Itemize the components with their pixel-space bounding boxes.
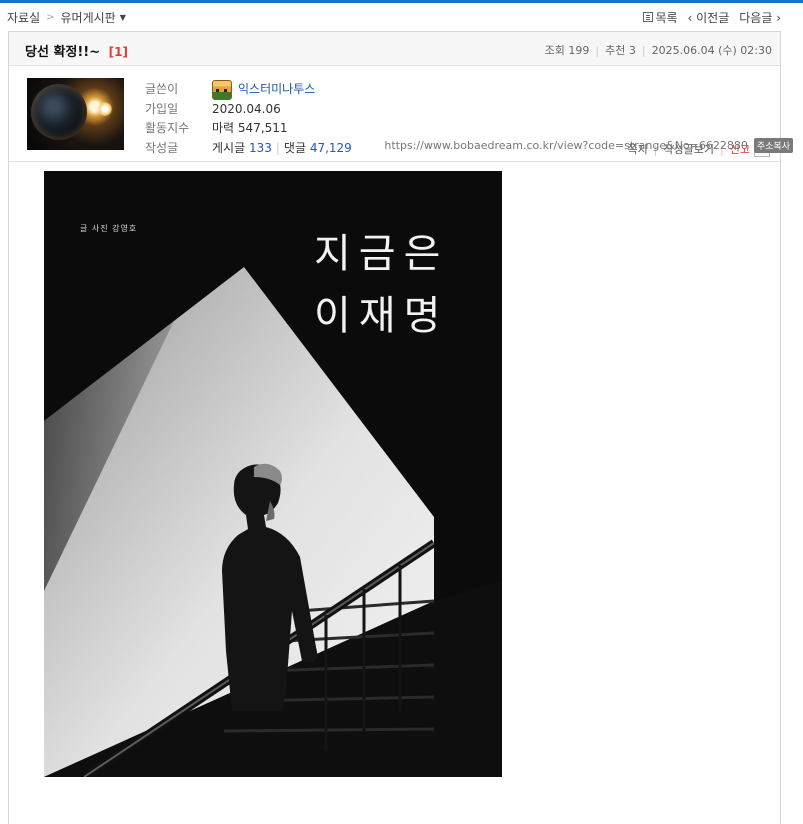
recommend-count: 3 [628,43,636,57]
post-title: 당선 확정!!~ [25,45,101,60]
top-accent-line [0,0,803,3]
posts-type: 게시글 [212,140,246,155]
author-labels: 글쓴이 가입일 활동지수 작성글 [145,80,189,158]
writer-label: 글쓴이 [145,82,179,96]
poster-title-line-1: 지금은 [314,231,449,277]
joined-value: 2020.04.06 [212,101,281,116]
list-label: 목록 [655,10,678,25]
author-nickname[interactable]: 익스터미나투스 [238,80,315,100]
poster-title-line-2: 이재명 [314,293,449,339]
comments-count[interactable]: 47,129 [310,139,352,159]
breadcrumb-board[interactable]: 유머게시판 [61,9,116,26]
next-post-button[interactable]: 다음글 › [739,9,781,26]
views-count: 199 [568,43,590,57]
post-navigation: 목록 ‹ 이전글 다음글 › [633,8,781,26]
member-level-icon [212,79,232,100]
recommend-label: 추천 [605,44,626,57]
prev-post-button[interactable]: ‹ 이전글 [688,9,730,26]
breadcrumb: 자료실 > 유머게시판 ▼ [7,8,126,26]
post-image: 글 사진 강영호 지금은 이재명 [44,171,502,777]
activity-row: 마력 547,511 [212,119,352,139]
copy-url-button[interactable]: 주소복사 [753,138,793,153]
author-values: 익스터미나투스 2020.04.06 마력 547,511 게시글 133 | … [212,79,352,159]
joined-label: 가입일 [145,101,179,116]
comment-count-badge[interactable]: [1] [109,45,128,59]
posts-count[interactable]: 133 [249,139,272,159]
list-icon [643,12,654,22]
poster-credit: 글 사진 강영호 [80,224,138,233]
activity-label: 활동지수 [145,121,190,135]
activity-type: 마력 [212,121,235,135]
meta-divider: | [641,43,646,57]
writer-row: 익스터미나투스 [212,79,352,100]
views-label: 조회 [544,44,565,57]
posts-label: 작성글 [145,140,179,155]
comments-type: 댓글 [283,140,306,155]
author-profile-photo[interactable] [27,78,124,150]
posts-row: 게시글 133 | 댓글 47,129 [212,139,352,159]
breadcrumb-root[interactable]: 자료실 [7,9,40,26]
activity-value: 547,511 [237,121,288,135]
post-title-wrap: 당선 확정!!~ [1] [25,41,128,60]
chevron-down-icon[interactable]: ▼ [120,13,126,22]
post-date: 2025.06.04 (수) 02:30 [651,44,772,57]
post-title-bar: 당선 확정!!~ [1] 조회 199 | 추천 3 | 2025.06.04 … [9,32,780,66]
post-url[interactable]: https://www.bobaedream.co.kr/view?code=s… [384,139,747,152]
breadcrumb-separator: > [46,11,55,23]
post-url-row: https://www.bobaedream.co.kr/view?code=s… [384,138,793,153]
posts-divider: | [275,140,280,155]
meta-divider: | [595,43,600,57]
list-button[interactable]: 목록 [643,9,678,26]
post-meta: 조회 199 | 추천 3 | 2025.06.04 (수) 02:30 [545,42,772,58]
